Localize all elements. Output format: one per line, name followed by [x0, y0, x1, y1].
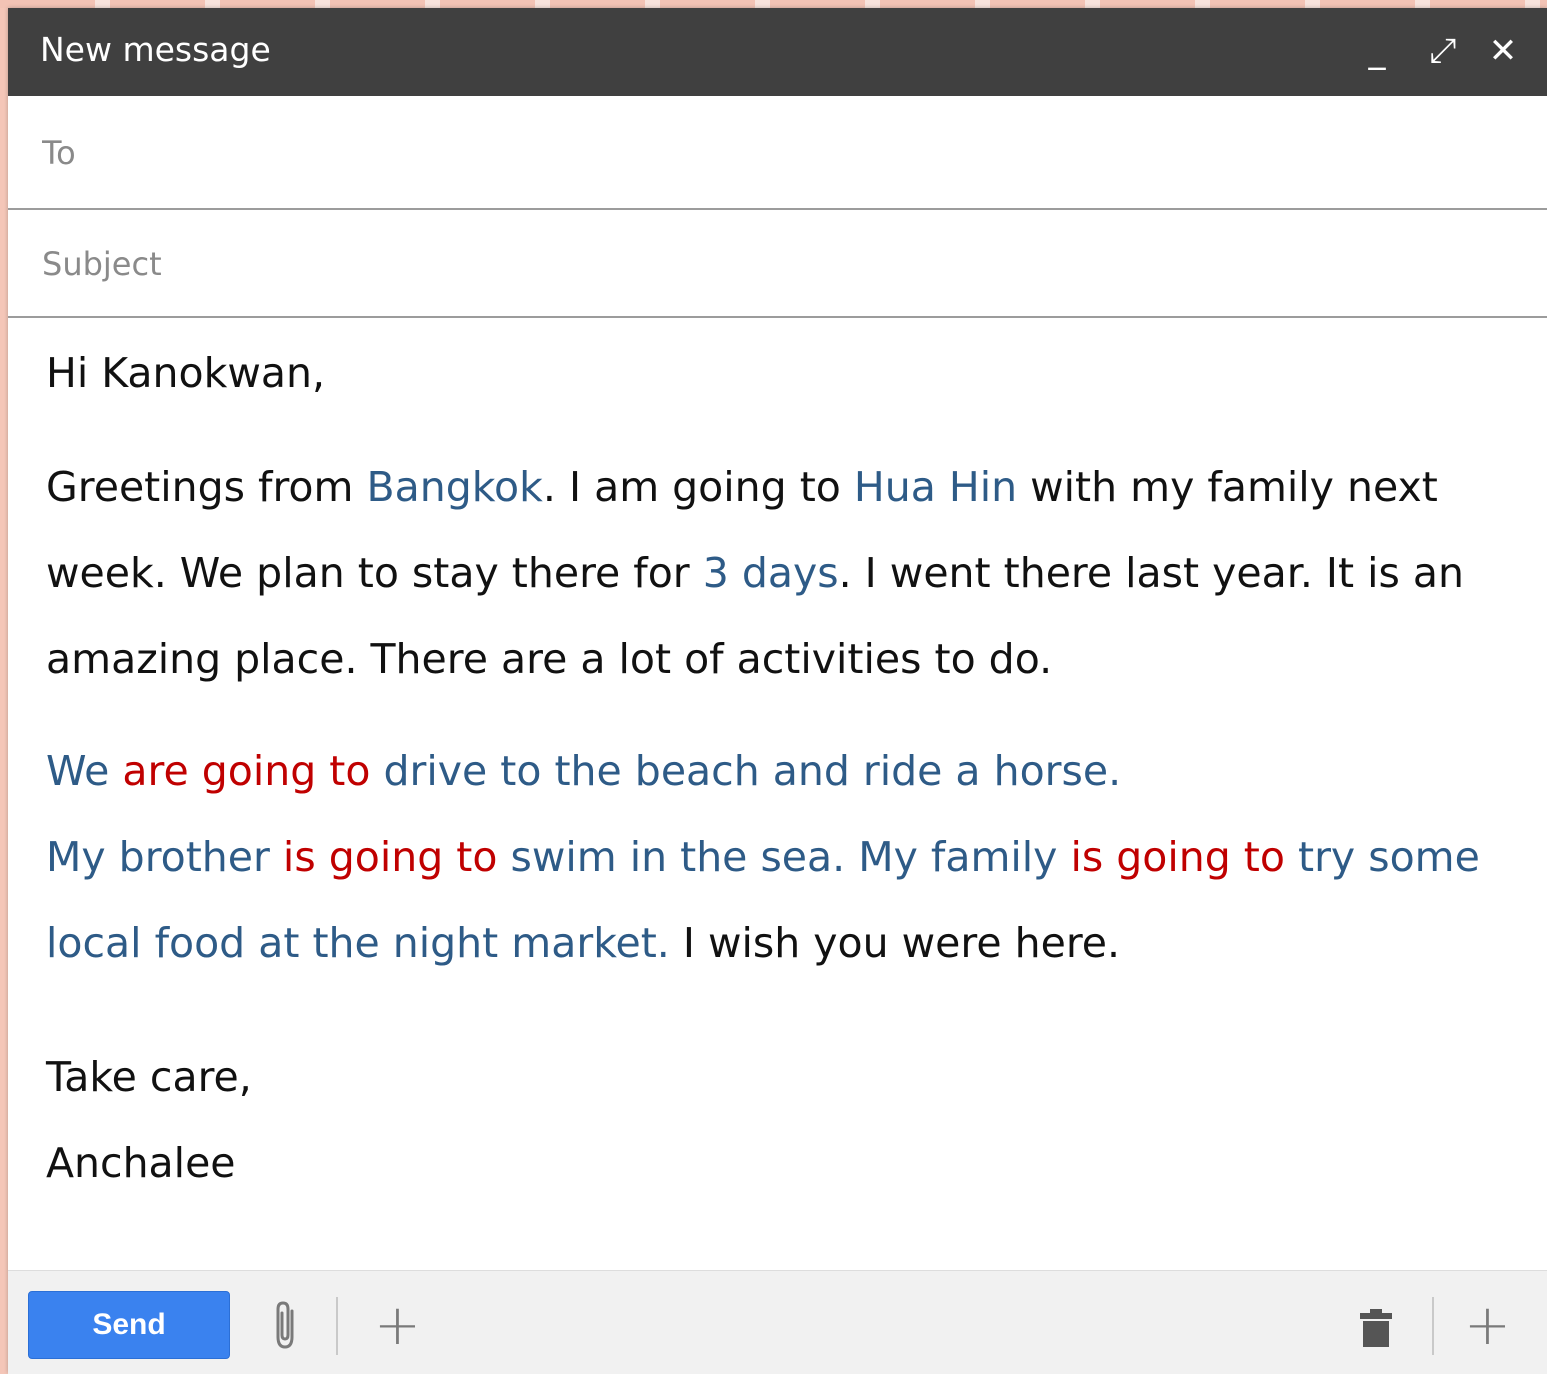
text-run: I wish you were here. [669, 919, 1121, 967]
highlight-grammar: is going to [282, 833, 498, 881]
paperclip-icon-svg [276, 1301, 294, 1349]
send-button[interactable]: Send [28, 1291, 230, 1359]
compose-title: New message [40, 30, 271, 69]
greeting-line: Hi Kanokwan, [46, 349, 326, 397]
trash-icon-svg [1360, 1309, 1392, 1347]
highlight-grammar: are going to [122, 747, 371, 795]
body-paragraph-1: Greetings from Bangkok. I am going to Hu… [46, 444, 1516, 702]
compose-titlebar: New message _ ⤢ ✕ [8, 8, 1547, 96]
closing-line: Take care, [46, 1053, 252, 1101]
text-run: . I am going to [542, 463, 854, 511]
text-run: Greetings from [46, 463, 367, 511]
highlight-place: Hua Hin [853, 463, 1018, 511]
highlight-place: Bangkok [366, 463, 543, 511]
message-body[interactable]: Hi Kanokwan, Greetings from Bangkok. I a… [46, 330, 1516, 1206]
trash-icon[interactable] [1356, 1299, 1396, 1353]
toolbar-divider [1432, 1297, 1434, 1355]
compose-toolbar: Send + + [8, 1270, 1547, 1374]
toolbar-divider [336, 1297, 338, 1355]
compose-window: New message _ ⤢ ✕ Hi Kanokwan, Greetings… [8, 8, 1547, 1374]
text-run: We [46, 747, 123, 795]
plus-icon[interactable]: + [374, 1298, 422, 1354]
body-paragraph-2: We are going to drive to the beach and r… [46, 728, 1516, 986]
subject-field-row [8, 210, 1547, 318]
signature-line: Anchalee [46, 1139, 236, 1187]
plus-icon[interactable]: + [1464, 1298, 1512, 1354]
expand-icon[interactable]: ⤢ [1418, 26, 1468, 76]
to-input[interactable] [40, 96, 1524, 210]
close-icon[interactable]: ✕ [1478, 26, 1528, 76]
background-stripes [0, 0, 1547, 8]
text-run: drive to the beach and ride a horse. [370, 747, 1122, 795]
paperclip-icon[interactable] [266, 1299, 306, 1353]
minimize-icon[interactable]: _ [1352, 26, 1402, 76]
subject-input[interactable] [40, 210, 1524, 318]
to-field-row [8, 96, 1547, 210]
text-run: swim in the sea. My family [497, 833, 1071, 881]
highlight-grammar: is going to [1070, 833, 1285, 881]
highlight-duration: 3 days [702, 549, 839, 597]
text-run: My brother [46, 833, 283, 881]
